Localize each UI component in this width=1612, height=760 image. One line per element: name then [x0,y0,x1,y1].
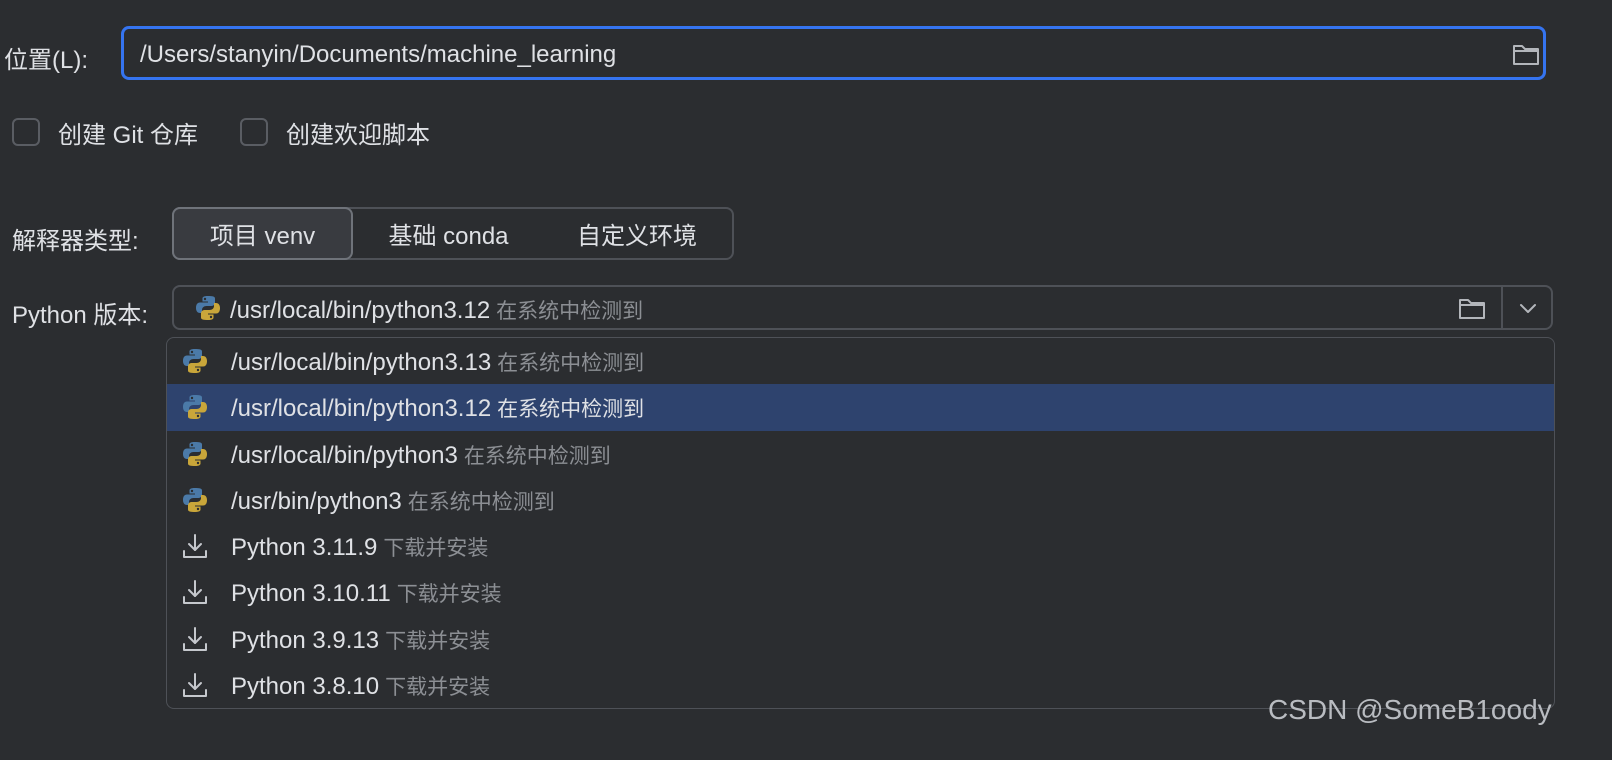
dropdown-item-hint: 在系统中检测到 [463,444,611,468]
select-divider [1501,287,1503,328]
python-icon [183,441,207,466]
python-version-hint: 在系统中检测到 [496,300,644,323]
python-version-select[interactable]: /usr/local/bin/python3.12 在系统中检测到 [172,285,1553,330]
tab-base-conda[interactable]: 基础 conda [353,209,544,258]
dropdown-item-hint: 下载并安装 [396,583,502,607]
dropdown-item[interactable]: /usr/local/bin/python3 在系统中检测到 [167,431,1554,477]
location-input[interactable]: /Users/stanyin/Documents/machine_learnin… [121,26,1546,80]
download-icon [183,673,207,698]
folder-icon[interactable] [1512,42,1540,66]
python-version-value: /usr/local/bin/python3.12 在系统中检测到 [230,297,644,324]
dropdown-item[interactable]: Python 3.11.9 下载并安装 [167,523,1554,569]
create-git-option[interactable]: 创建 Git 仓库 [12,115,198,149]
dropdown-item[interactable]: /usr/bin/python3 在系统中检测到 [167,477,1554,523]
dropdown-item-text: Python 3.11.9 下载并安装 [231,534,489,562]
watermark: CSDN @SomeB1oody [1268,694,1552,725]
dropdown-item-text: Python 3.9.13 下载并安装 [231,626,491,654]
folder-icon[interactable] [1458,296,1486,320]
dropdown-item[interactable]: /usr/local/bin/python3.13 在系统中检测到 [167,338,1554,384]
download-icon [183,580,207,605]
dropdown-item-text: Python 3.8.10 下载并安装 [231,673,491,701]
new-project-dialog: 位置(L): /Users/stanyin/Documents/machine_… [0,0,1612,760]
dropdown-item-hint: 在系统中检测到 [497,352,645,375]
location-value: /Users/stanyin/Documents/machine_learnin… [140,41,617,68]
create-git-label: 创建 Git 仓库 [58,121,199,149]
dropdown-item-hint: 下载并安装 [385,629,491,653]
dropdown-item-text: /usr/local/bin/python3 在系统中检测到 [231,441,611,469]
create-welcome-option[interactable]: 创建欢迎脚本 [240,115,430,149]
create-git-checkbox[interactable] [12,118,40,146]
python-icon [183,349,207,373]
chevron-down-icon[interactable] [1517,300,1539,316]
create-welcome-label: 创建欢迎脚本 [286,121,430,149]
python-icon [183,487,207,512]
dropdown-item-hint: 下载并安装 [385,676,491,700]
interpreter-type-label: 解释器类型: [12,228,139,255]
tab-project-venv[interactable]: 项目 venv [172,207,353,260]
dropdown-item-hint: 在系统中检测到 [497,398,645,422]
download-icon [183,534,207,559]
python-icon [196,296,220,320]
create-welcome-checkbox[interactable] [240,118,268,146]
python-icon [183,395,207,420]
dropdown-item-hint: 下载并安装 [383,537,489,561]
dropdown-item[interactable]: /usr/local/bin/python3.12 在系统中检测到 [167,384,1554,431]
dropdown-item-text: /usr/local/bin/python3.13 在系统中检测到 [231,349,645,376]
download-icon [183,626,207,651]
python-version-dropdown: /usr/local/bin/python3.13 在系统中检测到 /usr/lo… [166,337,1555,709]
tab-custom-env[interactable]: 自定义环境 [544,209,730,258]
python-version-label: Python 版本: [12,302,149,329]
dropdown-item[interactable]: Python 3.10.11 下载并安装 [167,569,1554,615]
dropdown-item-text: /usr/local/bin/python3.12 在系统中检测到 [231,395,645,423]
dropdown-item-text: /usr/bin/python3 在系统中检测到 [231,487,555,515]
dropdown-item-hint: 在系统中检测到 [407,490,555,514]
location-label: 位置(L): [4,47,88,74]
dropdown-item-text: Python 3.10.11 下载并安装 [231,580,502,608]
dropdown-item[interactable]: Python 3.9.13 下载并安装 [167,616,1554,662]
interpreter-type-segmented: 项目 venv 基础 conda 自定义环境 [172,207,734,260]
